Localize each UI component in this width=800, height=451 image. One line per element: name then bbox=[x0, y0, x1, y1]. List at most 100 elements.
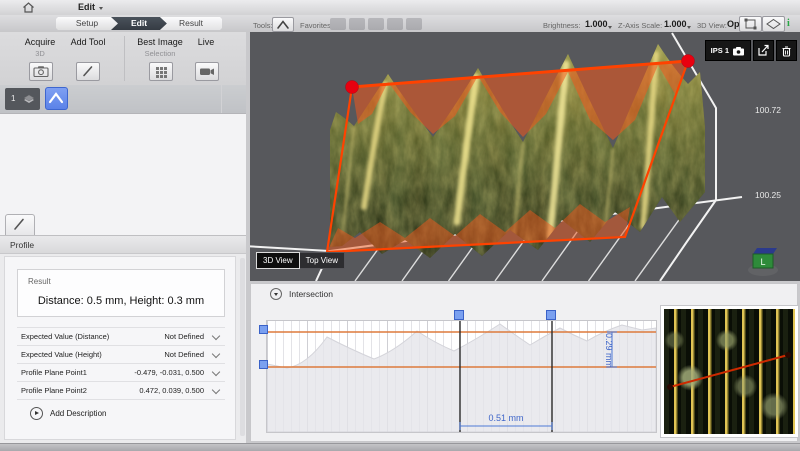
frame-icon bbox=[740, 17, 761, 31]
dataset-strip-separator bbox=[221, 85, 222, 113]
ips-capture-button[interactable]: IPS 1 bbox=[705, 40, 751, 61]
favorite-slot[interactable] bbox=[330, 18, 346, 30]
info-icon[interactable]: i bbox=[787, 18, 790, 29]
video-camera-icon bbox=[196, 63, 218, 80]
profile-icon bbox=[46, 88, 66, 108]
height-handle-bottom[interactable] bbox=[259, 360, 268, 369]
favorite-slot[interactable] bbox=[406, 18, 422, 30]
result-value: Distance: 0.5 mm, Height: 0.3 mm bbox=[18, 295, 224, 307]
view3d-label: 3D View: bbox=[697, 21, 727, 30]
plane-view-button[interactable] bbox=[762, 16, 785, 32]
chevron-down-icon[interactable] bbox=[212, 331, 220, 339]
brightness-value[interactable]: 1.000 bbox=[585, 19, 608, 29]
profile-tool-button[interactable] bbox=[272, 17, 294, 32]
row-label: Profile Plane Point2 bbox=[17, 386, 87, 395]
profile-chart[interactable]: 0.51 mm 0.29 mm bbox=[266, 320, 657, 433]
toolbar-separator bbox=[124, 36, 125, 81]
distance-handle-left[interactable] bbox=[454, 310, 464, 320]
distance-handle-right[interactable] bbox=[546, 310, 556, 320]
chevron-down-icon[interactable] bbox=[212, 367, 220, 375]
orientation-cube[interactable]: L bbox=[748, 248, 778, 276]
profile-cross-section bbox=[267, 324, 656, 432]
chevron-down-icon[interactable] bbox=[212, 349, 220, 357]
table-row[interactable]: Expected Value (Height) Not Defined bbox=[17, 346, 225, 364]
row-value: Not Defined bbox=[164, 332, 204, 341]
3d-viewport[interactable]: L IPS 1 100.72 100.25 bbox=[250, 32, 800, 281]
tools-label: Tools: bbox=[253, 21, 273, 30]
acquire-title: Acquire bbox=[14, 37, 66, 47]
camera-icon bbox=[30, 63, 52, 80]
height-handle-top[interactable] bbox=[259, 325, 268, 334]
intersection-title: Intersection bbox=[289, 289, 333, 299]
zaxis-dropdown-icon[interactable] bbox=[687, 26, 691, 29]
favorites-label: Favorites: bbox=[300, 21, 333, 30]
intersection-header: Intersection bbox=[263, 288, 333, 300]
tab-result[interactable]: Result bbox=[160, 17, 222, 30]
delete-button[interactable] bbox=[776, 40, 797, 61]
plane-view-icon bbox=[763, 17, 784, 31]
acquire-subtitle: 3D bbox=[14, 49, 66, 58]
grid-icon bbox=[150, 63, 172, 80]
edit-menu[interactable]: Edit bbox=[78, 2, 103, 12]
top-view-button[interactable]: Top View bbox=[300, 252, 345, 269]
zaxis-label: Z-Axis Scale: bbox=[618, 21, 662, 30]
profile-tool-icon bbox=[273, 18, 293, 31]
dataset-index: 1 bbox=[11, 94, 15, 103]
acquire-3d-button[interactable] bbox=[29, 62, 53, 81]
height-value-label: 0.29 mm bbox=[604, 333, 614, 368]
best-image-subtitle: Selection bbox=[130, 49, 190, 58]
dropdown-arrow-icon bbox=[99, 7, 103, 10]
profile-tool-selected[interactable] bbox=[45, 87, 68, 110]
profile-point2-handle[interactable] bbox=[682, 55, 695, 68]
section-point2[interactable] bbox=[785, 352, 791, 358]
scrollbar[interactable] bbox=[240, 258, 245, 436]
export-button[interactable] bbox=[753, 40, 774, 61]
home-button[interactable] bbox=[22, 2, 35, 13]
table-row[interactable]: Expected Value (Distance) Not Defined bbox=[17, 327, 225, 346]
row-label: Profile Plane Point1 bbox=[17, 368, 87, 377]
profile-panel: Profile Result Distance: 0.5 mm, Height:… bbox=[0, 235, 246, 444]
camera-image[interactable] bbox=[664, 309, 795, 434]
row-value: Not Defined bbox=[164, 350, 204, 359]
table-row[interactable]: Profile Plane Point1 -0.479, -0.031, 0.5… bbox=[17, 364, 225, 382]
tab-edit[interactable]: Edit bbox=[111, 17, 167, 30]
profile-point1-handle[interactable] bbox=[346, 81, 359, 94]
section-line[interactable] bbox=[670, 355, 788, 387]
favorite-slot[interactable] bbox=[349, 18, 365, 30]
chevron-down-icon[interactable] bbox=[212, 385, 220, 393]
profile-chart-plot: 0.51 mm 0.29 mm bbox=[267, 321, 656, 432]
best-image-button[interactable] bbox=[149, 62, 173, 81]
edit-profile-tab[interactable] bbox=[5, 214, 35, 236]
live-button[interactable] bbox=[195, 62, 219, 81]
tab-setup[interactable]: Setup bbox=[56, 17, 118, 30]
zaxis-value[interactable]: 1.000 bbox=[664, 19, 687, 29]
edit-menu-label: Edit bbox=[78, 2, 95, 12]
row-value: 0.472, 0.039, 0.500 bbox=[139, 386, 204, 395]
expand-icon bbox=[30, 407, 43, 420]
surface-layers-icon bbox=[22, 93, 36, 105]
trash-icon bbox=[781, 45, 792, 57]
section-line-overlay bbox=[664, 309, 795, 434]
favorite-slot[interactable] bbox=[368, 18, 384, 30]
nav-cube-label: L bbox=[760, 257, 765, 267]
collapse-toggle-icon[interactable] bbox=[270, 288, 282, 300]
property-rows: Expected Value (Distance) Not Defined Ex… bbox=[17, 327, 225, 400]
dataset-strip: 1 bbox=[0, 85, 246, 114]
favorite-slot[interactable] bbox=[387, 18, 403, 30]
pencil-icon bbox=[6, 215, 32, 234]
frame-button[interactable] bbox=[739, 16, 762, 32]
export-icon bbox=[757, 44, 770, 57]
brightness-dropdown-icon[interactable] bbox=[608, 26, 612, 29]
3d-view-button[interactable]: 3D View bbox=[256, 252, 300, 269]
dataset-item[interactable]: 1 bbox=[5, 88, 40, 110]
z-axis-label-top: 100.72 bbox=[755, 105, 781, 115]
add-description-button[interactable]: Add Description bbox=[23, 407, 106, 420]
section-point1[interactable] bbox=[667, 384, 673, 390]
viewport-toolbar: IPS 1 bbox=[703, 40, 797, 61]
add-tool-button[interactable] bbox=[76, 62, 100, 81]
acquire-toolbar: Acquire 3D Add Tool Best Image Selection… bbox=[0, 32, 246, 86]
add-tool-title: Add Tool bbox=[60, 37, 116, 47]
camera-icon bbox=[732, 46, 745, 56]
result-label: Result bbox=[28, 277, 51, 286]
table-row[interactable]: Profile Plane Point2 0.472, 0.039, 0.500 bbox=[17, 382, 225, 400]
